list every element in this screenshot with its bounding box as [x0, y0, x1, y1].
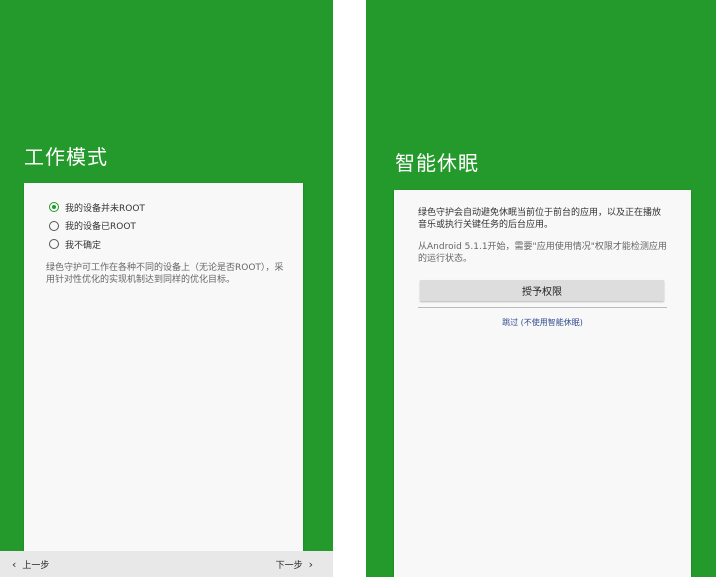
page-title: 智能休眠: [395, 151, 479, 175]
radio-label: 我的设备已ROOT: [65, 222, 136, 233]
page-title: 工作模式: [24, 145, 108, 169]
radio-option-rooted[interactable]: 我的设备已ROOT: [49, 217, 145, 236]
radio-option-unsure[interactable]: 我不确定: [49, 235, 145, 254]
previous-step-button[interactable]: ‹ 上一步: [12, 551, 49, 577]
radio-unchecked-icon[interactable]: [49, 239, 59, 250]
radio-label: 我的设备并未ROOT: [65, 203, 145, 214]
previous-step-label: 上一步: [22, 560, 50, 571]
smart-hibernation-card: 绿色守护会自动避免休眠当前位于前台的应用，以及正在播放音乐或执行关键任务的后台应…: [394, 190, 691, 577]
next-step-label: 下一步: [275, 560, 303, 571]
divider: [418, 307, 667, 308]
radio-option-not-rooted[interactable]: 我的设备并未ROOT: [49, 198, 145, 217]
work-mode-description: 绿色守护可工作在各种不同的设备上（无论是否ROOT），采用针对性优化的实现机制达…: [46, 263, 284, 285]
skip-link[interactable]: 跳过 (不使用智能休眠): [418, 317, 667, 328]
chevron-right-icon: ›: [308, 557, 313, 571]
radio-checked-icon[interactable]: [49, 202, 59, 213]
radio-unchecked-icon[interactable]: [49, 220, 59, 231]
next-step-button[interactable]: 下一步 ›: [276, 551, 313, 577]
left-screen: 工作模式 我的设备并未ROOT 我的设备已ROOT 我不确定 绿色守护可工作在各…: [0, 0, 333, 577]
radio-label: 我不确定: [65, 240, 102, 251]
work-mode-card: 我的设备并未ROOT 我的设备已ROOT 我不确定 绿色守护可工作在各种不同的设…: [24, 183, 303, 553]
navigation-bar: ‹ 上一步 下一步 ›: [0, 551, 333, 577]
root-mode-radio-group: 我的设备并未ROOT 我的设备已ROOT 我不确定: [49, 198, 145, 254]
chevron-left-icon: ‹: [12, 557, 17, 571]
grant-permission-button[interactable]: 授予权限: [420, 280, 664, 301]
hibernation-description: 绿色守护会自动避免休眠当前位于前台的应用，以及正在播放音乐或执行关键任务的后台应…: [418, 208, 662, 230]
permission-note: 从Android 5.1.1开始，需要"应用使用情况"权限才能检测应用的运行状态…: [418, 242, 667, 264]
right-screen: 智能休眠 绿色守护会自动避免休眠当前位于前台的应用，以及正在播放音乐或执行关键任…: [366, 0, 716, 577]
